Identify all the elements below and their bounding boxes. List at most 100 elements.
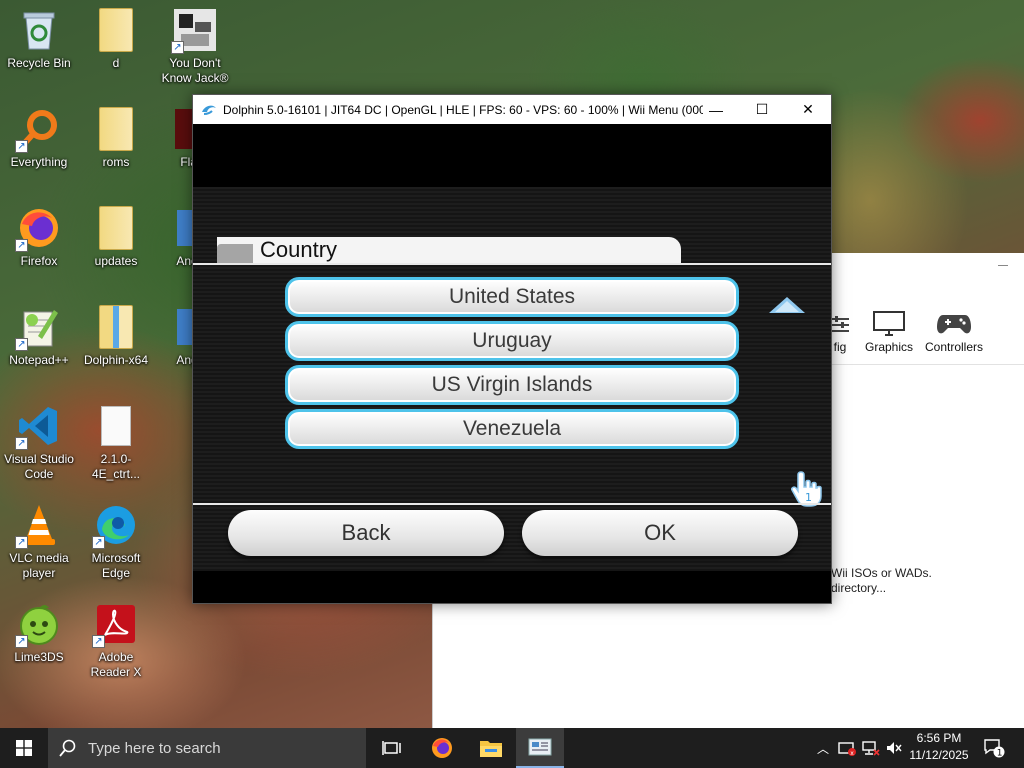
search-app-icon: ↗ xyxy=(15,107,61,153)
desktop-icon-edge[interactable]: ↗ Microsoft Edge xyxy=(78,503,154,581)
search-icon xyxy=(48,739,88,757)
svg-text:x: x xyxy=(850,750,854,756)
notification-icon: 1 xyxy=(984,739,1005,759)
taskbar-firefox-button[interactable] xyxy=(418,728,466,768)
desktop-icon-label: roms xyxy=(102,155,130,169)
desktop-icon-label: Everything xyxy=(10,155,68,169)
render-window-titlebar[interactable]: Dolphin 5.0-16101 | JIT64 DC | OpenGL | … xyxy=(193,95,831,124)
desktop-icon-label: You Don't Know Jack® xyxy=(161,56,229,85)
desktop-icon-label: d xyxy=(112,56,120,70)
back-button[interactable]: Back xyxy=(228,510,504,556)
toolbar-controllers-label: Controllers xyxy=(924,340,984,354)
vlc-icon: ↗ xyxy=(15,503,61,549)
folder-icon xyxy=(94,107,138,151)
gamepad-icon xyxy=(921,309,987,337)
folder-icon xyxy=(94,8,138,52)
divider-top xyxy=(193,263,831,265)
toolbar-controllers-button[interactable]: Controllers xyxy=(921,309,987,354)
country-header-tab-accent xyxy=(217,244,253,263)
desktop-icon-you-dont-know-jack[interactable]: ↗ You Don't Know Jack® xyxy=(157,8,233,86)
tray-security-button[interactable]: x xyxy=(836,728,858,768)
game-icon: ↗ xyxy=(171,8,217,54)
chevron-up-icon: ︿ xyxy=(816,741,829,756)
desktop-icon-lime3ds[interactable]: ↗ Lime3DS xyxy=(1,602,77,665)
defender-alert-icon: x xyxy=(838,742,856,756)
file-icon xyxy=(94,404,138,448)
desktop-icon-dolphin-x64[interactable]: Dolphin-x64 xyxy=(78,305,154,368)
wii-menu-screen: Country United States Uruguay US Virgin … xyxy=(193,124,831,603)
desktop-icon-label: Visual Studio Code xyxy=(4,452,74,481)
vscode-icon: ↗ xyxy=(15,404,61,450)
tray-volume-button[interactable] xyxy=(884,728,904,768)
edge-icon: ↗ xyxy=(92,503,138,549)
action-center-button[interactable]: 1 xyxy=(980,728,1008,768)
desktop-icon-everything[interactable]: ↗ Everything xyxy=(1,107,77,170)
folder-icon xyxy=(94,206,138,250)
notepad-plus-plus-icon: ↗ xyxy=(15,305,61,351)
dolphin-render-window: Dolphin 5.0-16101 | JIT64 DC | OpenGL | … xyxy=(192,94,832,604)
desktop-icon-d[interactable]: d xyxy=(78,8,154,71)
game-list-empty-hint: Wii ISOs or WADs. directory... xyxy=(831,566,932,596)
lime3ds-icon: ↗ xyxy=(15,602,61,648)
desktop-icon-label: Recycle Bin xyxy=(7,56,71,70)
adobe-reader-icon: ↗ xyxy=(92,602,138,648)
hint-line-1: Wii ISOs or WADs. xyxy=(831,566,932,580)
firefox-icon xyxy=(432,738,452,758)
scroll-up-arrow-icon[interactable] xyxy=(767,295,807,315)
render-window-title: Dolphin 5.0-16101 | JIT64 DC | OpenGL | … xyxy=(223,102,703,117)
task-view-icon xyxy=(382,741,401,755)
folder-icon xyxy=(94,305,138,349)
desktop-icon-notepad-plus-plus[interactable]: ↗ Notepad++ xyxy=(1,305,77,368)
desktop-icon-vscode[interactable]: ↗ Visual Studio Code xyxy=(1,404,77,482)
firefox-icon: ↗ xyxy=(15,206,61,252)
minimize-button[interactable]: — xyxy=(693,95,739,124)
desktop-icon-label: VLC media player xyxy=(9,551,69,580)
tray-network-button[interactable] xyxy=(860,728,882,768)
desktop-icon-label: 2.1.0-4E_ctrt... xyxy=(91,452,141,481)
desktop-icon-label: Firefox xyxy=(20,254,58,268)
ok-button[interactable]: OK xyxy=(522,510,798,556)
country-option[interactable]: US Virgin Islands xyxy=(285,365,739,405)
desktop-icon-label: Microsoft Edge xyxy=(91,551,141,580)
taskbar-dolphin-button[interactable] xyxy=(516,728,564,768)
start-button[interactable] xyxy=(0,728,48,768)
taskbar-clock[interactable]: 6:56 PM 11/12/2025 xyxy=(906,730,972,764)
hint-line-2[interactable]: directory... xyxy=(831,581,932,596)
desktop-icon-label: updates xyxy=(94,254,138,268)
main-window-minimize-button[interactable] xyxy=(998,265,1008,266)
maximize-button[interactable]: ☐ xyxy=(739,95,785,124)
desktop-icon-recycle-bin[interactable]: Recycle Bin xyxy=(1,8,77,71)
desktop-icon-roms[interactable]: roms xyxy=(78,107,154,170)
clock-date: 11/12/2025 xyxy=(909,748,969,762)
country-option[interactable]: Uruguay xyxy=(285,321,739,361)
toolbar-config-label: fig xyxy=(833,340,847,354)
show-hidden-icons-button[interactable]: ︿ xyxy=(812,728,834,768)
taskbar-file-explorer-button[interactable] xyxy=(467,728,515,768)
desktop-icon-label: Notepad++ xyxy=(9,353,69,367)
desktop-icon-firefox[interactable]: ↗ Firefox xyxy=(1,206,77,269)
notification-count: 1 xyxy=(997,749,1003,759)
country-option[interactable]: United States xyxy=(285,277,739,317)
desktop-icon-vlc[interactable]: ↗ VLC media player xyxy=(1,503,77,581)
country-option[interactable]: Venezuela xyxy=(285,409,739,449)
close-button[interactable]: ✕ xyxy=(785,95,831,124)
task-view-button[interactable] xyxy=(368,728,416,768)
desktop-icon-label: Lime3DS xyxy=(14,650,64,664)
desktop-icon-adobe-reader[interactable]: ↗ Adobe Reader X xyxy=(78,602,154,680)
toolbar-graphics-button[interactable]: Graphics xyxy=(861,309,917,354)
taskbar-search-box[interactable]: Type here to search xyxy=(48,728,366,768)
country-header-label: Country xyxy=(260,237,338,262)
windows-logo-icon xyxy=(16,740,32,756)
clock-time: 6:56 PM xyxy=(916,731,962,745)
dolphin-icon xyxy=(202,105,216,115)
dolphin-icon xyxy=(528,738,552,756)
desktop-icon-ctrt-file[interactable]: 2.1.0-4E_ctrt... xyxy=(78,404,154,482)
desktop-icon-updates[interactable]: updates xyxy=(78,206,154,269)
recycle-bin-icon xyxy=(17,8,61,52)
taskbar: Type here to search ︿ x 6:56 PM 11/12/20… xyxy=(0,728,1024,768)
network-disconnected-icon xyxy=(862,741,880,756)
toolbar-graphics-label: Graphics xyxy=(864,340,914,354)
desktop-icon-label: Adobe Reader X xyxy=(90,650,142,679)
file-explorer-icon xyxy=(480,741,502,757)
desktop-icon-label: Dolphin-x64 xyxy=(83,353,149,367)
